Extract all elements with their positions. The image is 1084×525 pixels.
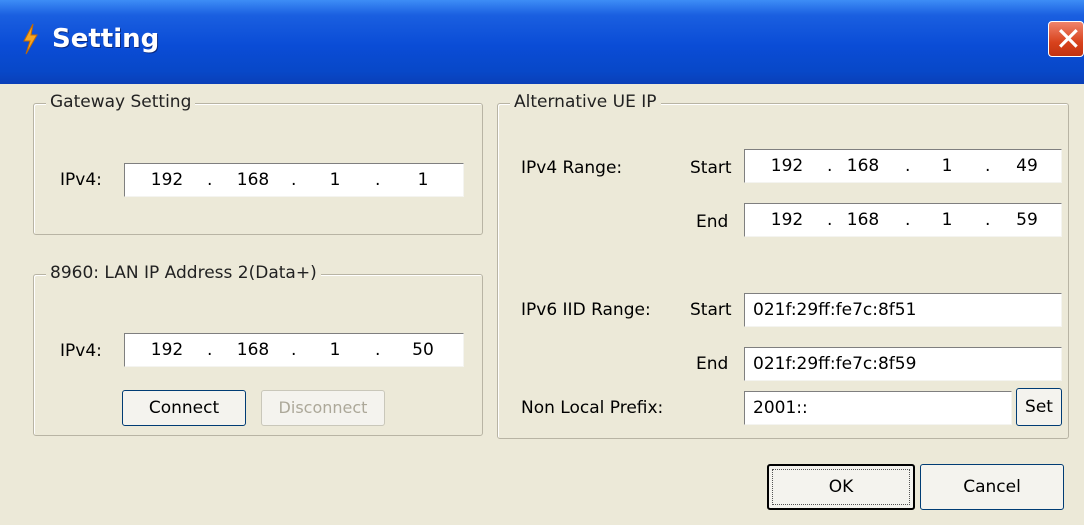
disconnect-button[interactable]: Disconnect xyxy=(261,390,385,426)
ip-dot: . xyxy=(291,340,297,360)
ip-octet[interactable]: 59 xyxy=(1007,210,1047,230)
ip-dot: . xyxy=(291,170,297,190)
ipv6-end-field[interactable]: 021f:29ff:fe7c:8f59 xyxy=(744,347,1062,381)
ip-dot: . xyxy=(207,170,213,190)
ip-octet[interactable]: 168 xyxy=(843,156,883,176)
ip-dot: . xyxy=(375,340,381,360)
gateway-ipv4-label: IPv4: xyxy=(60,170,102,190)
ipv6-range-label: IPv6 IID Range: xyxy=(521,300,651,320)
ipv6-start-label: Start xyxy=(690,300,732,320)
connect-button[interactable]: Connect xyxy=(122,390,246,426)
ip-octet[interactable]: 1 xyxy=(315,340,355,360)
gateway-setting-legend: Gateway Setting xyxy=(46,92,196,112)
non-local-prefix-field[interactable]: 2001:: xyxy=(744,391,1012,425)
ip-dot: . xyxy=(827,156,833,176)
ipv4-range-label: IPv4 Range: xyxy=(521,158,623,178)
ip-octet[interactable]: 50 xyxy=(403,340,443,360)
lan-ipv4-field[interactable]: 192 . 168 . 1 . 50 xyxy=(124,333,464,367)
ipv4-start-field[interactable]: 192 . 168 . 1 . 49 xyxy=(744,149,1062,183)
ip-octet[interactable]: 168 xyxy=(233,340,273,360)
ipv4-end-label: End xyxy=(696,212,729,232)
ipv6-end-label: End xyxy=(696,354,729,374)
lan-ipv4-label: IPv4: xyxy=(60,341,102,361)
ip-octet[interactable]: 168 xyxy=(233,170,273,190)
cancel-button[interactable]: Cancel xyxy=(920,464,1064,510)
ip-octet[interactable]: 168 xyxy=(843,210,883,230)
ip-dot: . xyxy=(985,210,991,230)
ip-octet[interactable]: 192 xyxy=(767,156,807,176)
ip-dot: . xyxy=(905,156,911,176)
ip-dot: . xyxy=(375,170,381,190)
window-title: Setting xyxy=(52,24,160,54)
ip-dot: . xyxy=(207,340,213,360)
ip-octet[interactable]: 192 xyxy=(767,210,807,230)
lightning-icon xyxy=(23,23,38,55)
ipv4-end-field[interactable]: 192 . 168 . 1 . 59 xyxy=(744,203,1062,237)
ip-octet[interactable]: 49 xyxy=(1007,156,1047,176)
dialog-body: Gateway Setting IPv4: 192 . 168 . 1 . 1 … xyxy=(0,84,1084,525)
ip-octet[interactable]: 192 xyxy=(147,170,187,190)
close-icon: ✕ xyxy=(1055,20,1082,58)
ip-dot: . xyxy=(905,210,911,230)
gateway-ipv4-field[interactable]: 192 . 168 . 1 . 1 xyxy=(124,163,464,197)
ip-octet[interactable]: 1 xyxy=(403,170,443,190)
ip-dot: . xyxy=(827,210,833,230)
ip-dot: . xyxy=(985,156,991,176)
ip-octet[interactable]: 1 xyxy=(927,210,967,230)
title-bar[interactable]: Setting ✕ xyxy=(0,0,1084,84)
ok-button[interactable]: OK xyxy=(767,464,915,510)
lan-ip-legend: 8960: LAN IP Address 2(Data+) xyxy=(46,263,321,283)
set-button[interactable]: Set xyxy=(1016,388,1062,426)
ip-octet[interactable]: 1 xyxy=(315,170,355,190)
ipv4-start-label: Start xyxy=(690,158,732,178)
alternative-ue-ip-legend: Alternative UE IP xyxy=(510,92,661,112)
close-button[interactable]: ✕ xyxy=(1048,20,1084,58)
ip-octet[interactable]: 192 xyxy=(147,340,187,360)
ip-octet[interactable]: 1 xyxy=(927,156,967,176)
non-local-prefix-label: Non Local Prefix: xyxy=(521,398,664,418)
ipv6-start-field[interactable]: 021f:29ff:fe7c:8f51 xyxy=(744,293,1062,327)
